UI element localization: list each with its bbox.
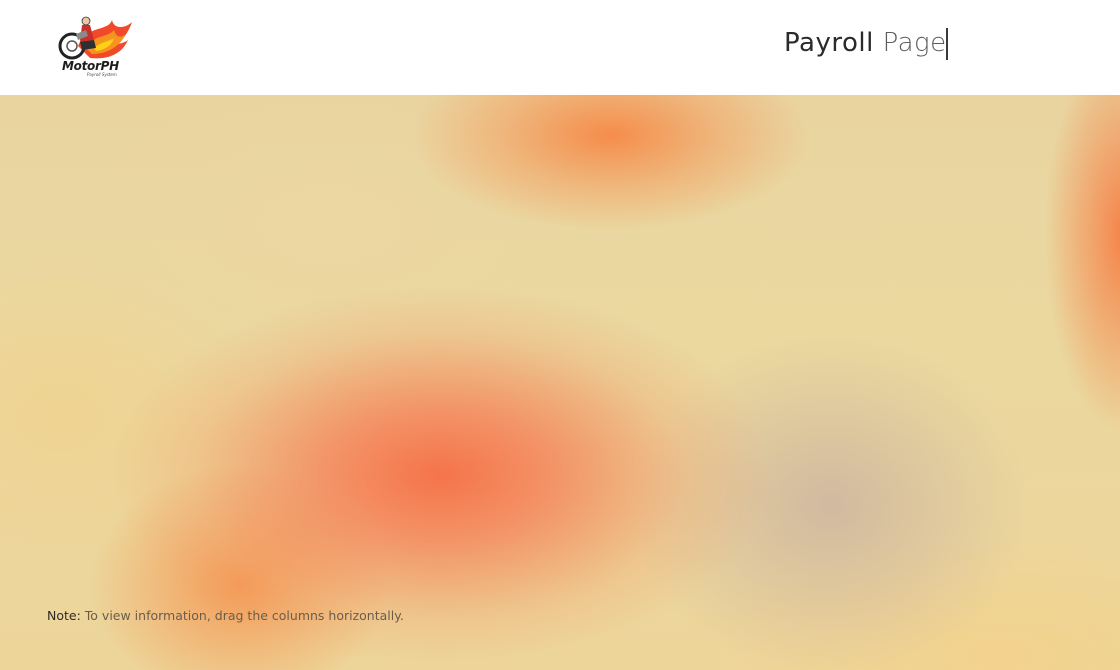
drag-columns-note: Note: To view information, drag the colu… (47, 608, 404, 623)
main-content-area (0, 95, 1120, 670)
page-header: MotorPH Payroll System Payroll Page (0, 0, 1120, 95)
note-label: Note: (47, 608, 81, 623)
page-title-light: Page (882, 28, 947, 58)
title-divider (946, 28, 948, 60)
logo-wordmark: MotorPH (62, 59, 119, 73)
note-text: To view information, drag the columns ho… (84, 608, 404, 623)
page-title: Payroll Page (784, 26, 947, 60)
page-title-strong: Payroll (784, 28, 874, 58)
app-window: MotorPH Payroll System Payroll Page Note… (0, 0, 1120, 670)
logo-tagline: Payroll System (87, 72, 117, 77)
motorph-logo[interactable]: MotorPH Payroll System (56, 14, 136, 80)
